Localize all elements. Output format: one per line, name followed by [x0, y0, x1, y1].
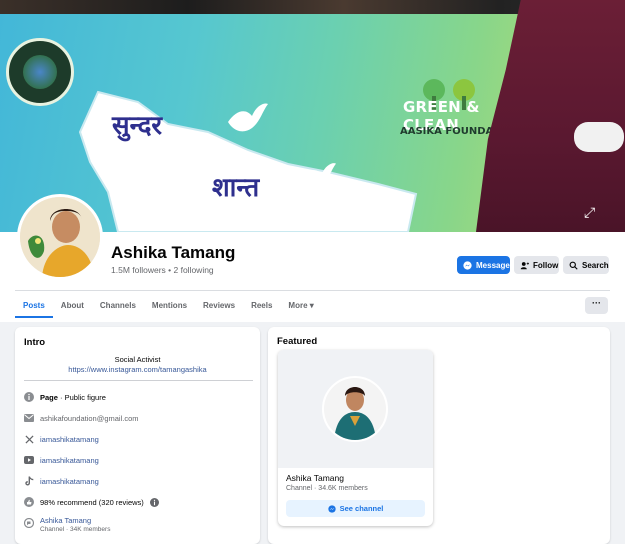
cover-photo[interactable]: सुन्दर शान्त GREEN & CLEAN AASIKA FOUNDA… — [0, 0, 625, 232]
info-icon[interactable] — [150, 497, 160, 507]
profile-name: Ashika Tamang — [111, 243, 236, 262]
intro-channel-link[interactable]: Ashika Tamang — [40, 516, 110, 525]
globe-icon — [23, 55, 57, 89]
more-options-button[interactable]: ··· — [585, 297, 608, 314]
avatar-image — [20, 197, 100, 277]
tab-channels[interactable]: Channels — [92, 298, 144, 318]
dove-icon — [228, 103, 268, 132]
mail-icon — [24, 413, 34, 423]
follow-label: Follow — [533, 260, 559, 270]
banner-text-2: शान्त — [212, 173, 260, 203]
featured-section: Featured Ashika Tamang Channel · 34.6K m… — [268, 327, 610, 544]
intro-channel-sub: Channel · 34K members — [40, 526, 111, 533]
info-icon — [24, 392, 34, 402]
message-button[interactable]: Message — [457, 256, 510, 274]
expand-icon[interactable]: ⤢ — [584, 204, 595, 221]
search-button[interactable]: Search — [563, 256, 609, 274]
featured-channel-avatar[interactable] — [322, 376, 388, 442]
intro-card: Intro Social Activist https://www.instag… — [15, 327, 260, 544]
search-icon — [569, 261, 578, 270]
tab-about[interactable]: About — [53, 298, 92, 318]
featured-channel-card[interactable]: Ashika Tamang Channel · 34.6K members Se… — [278, 350, 433, 526]
messenger-icon — [327, 504, 336, 513]
intro-bio: Social Activist — [114, 355, 161, 364]
recommend-icon — [24, 497, 34, 507]
intro-divider — [24, 380, 253, 381]
nepal-map-graphic — [78, 90, 418, 232]
intro-item-youtube: iamashikatamang — [24, 455, 99, 465]
tab-more[interactable]: More ▾ — [280, 298, 321, 318]
header-divider — [15, 290, 610, 291]
cover-glove — [574, 122, 624, 152]
intro-item-tiktok: iamashikatamang — [24, 476, 99, 486]
youtube-icon — [24, 455, 34, 465]
profile-tabs: Posts About Channels Mentions Reviews Re… — [15, 298, 322, 318]
x-icon — [24, 434, 34, 444]
messenger-icon — [463, 260, 472, 270]
intro-title: Intro — [24, 337, 46, 348]
intro-page-label: Page — [40, 392, 58, 402]
featured-channel-name[interactable]: Ashika Tamang — [286, 473, 344, 483]
intro-tiktok-link[interactable]: iamashikatamang — [40, 477, 99, 486]
channel-avatar-image — [324, 378, 386, 440]
intro-youtube-link[interactable]: iamashikatamang — [40, 456, 99, 465]
intro-item-recommend: 98% recommend (320 reviews) — [24, 497, 160, 507]
intro-item-category: Page · Public figure — [24, 392, 106, 402]
tab-mentions[interactable]: Mentions — [144, 298, 195, 318]
profile-stats[interactable]: 1.5M followers • 2 following — [111, 265, 214, 275]
intro-recommend-text: 98% recommend (320 reviews) — [40, 497, 144, 507]
see-channel-button[interactable]: See channel — [286, 500, 425, 517]
dove-icon — [300, 163, 336, 189]
see-channel-label: See channel — [339, 504, 384, 513]
intro-item-x: iamashikatamang — [24, 434, 99, 444]
channel-icon — [24, 518, 34, 528]
banner-text-1: सुन्दर — [112, 111, 163, 141]
tab-reels[interactable]: Reels — [243, 298, 280, 318]
follow-icon — [520, 261, 529, 269]
search-label: Search — [582, 260, 609, 270]
profile-avatar[interactable] — [17, 194, 103, 280]
featured-channel-sub: Channel · 34.6K members — [286, 485, 368, 492]
intro-item-channel: Ashika Tamang Channel · 34K members — [24, 516, 110, 533]
foundation-logo — [6, 38, 74, 106]
message-label: Message — [476, 260, 510, 270]
follow-button[interactable]: Follow — [514, 256, 559, 274]
featured-title: Featured — [277, 336, 318, 347]
intro-page-type: · Public figure — [57, 392, 106, 402]
tab-reviews[interactable]: Reviews — [195, 298, 243, 318]
intro-email[interactable]: ashikafoundation@gmail.com — [40, 414, 139, 423]
intro-bio-link[interactable]: https://www.instagram.com/tamangashika — [15, 365, 260, 374]
tab-posts[interactable]: Posts — [15, 298, 53, 318]
tiktok-icon — [24, 476, 34, 486]
intro-item-email: ashikafoundation@gmail.com — [24, 413, 139, 423]
intro-x-link[interactable]: iamashikatamang — [40, 435, 99, 444]
